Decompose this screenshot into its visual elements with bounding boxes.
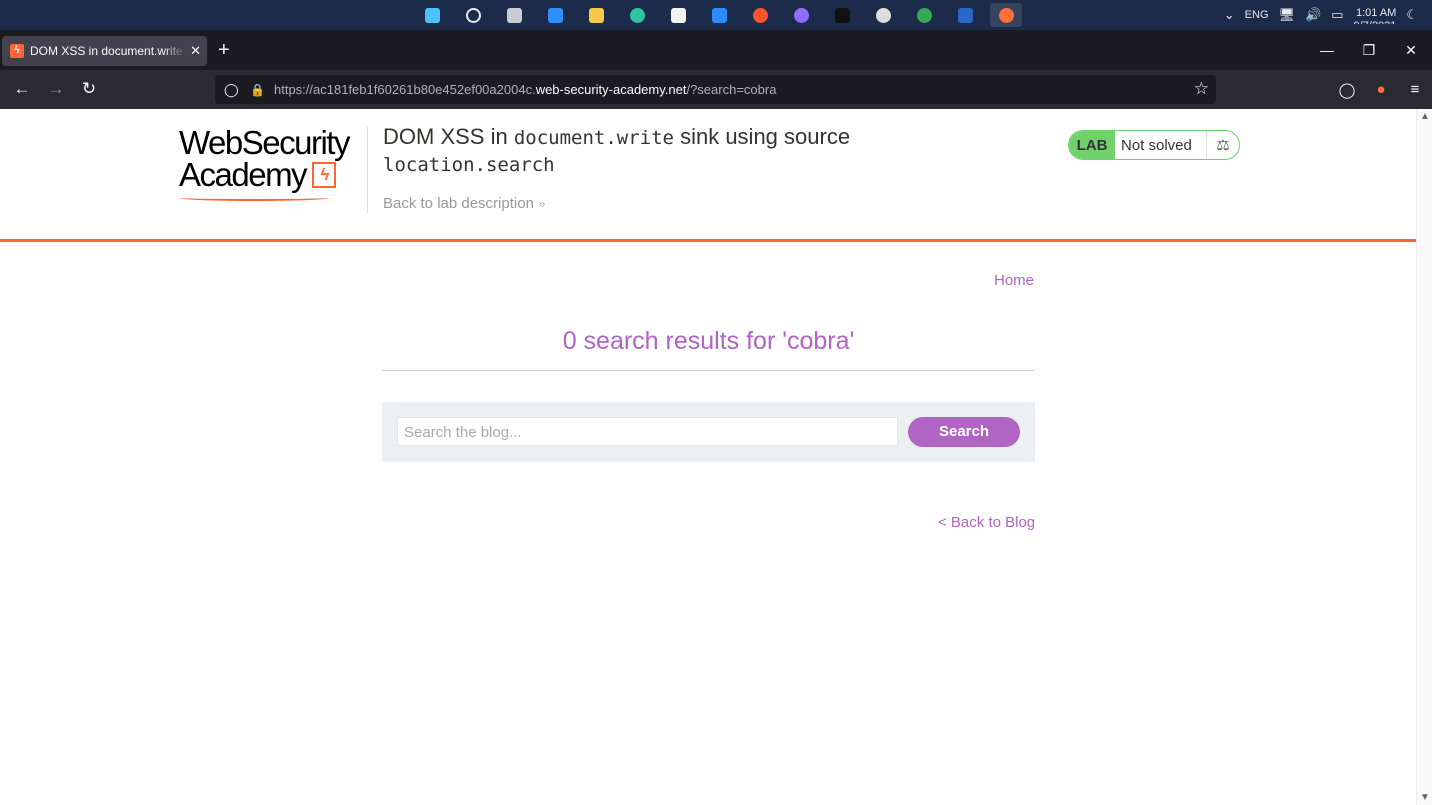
tracking-protection-shield-icon[interactable]: ◯ (224, 82, 239, 98)
widgets-icon-glyph (547, 7, 563, 23)
hamburger-menu-icon[interactable]: ≡ (1398, 81, 1432, 98)
results-divider (382, 370, 1035, 371)
chevron-up-icon[interactable]: ⌄ (1224, 7, 1235, 23)
browser-tabstrip: ϟ DOM XSS in document.write sink using s… (0, 30, 1432, 70)
lab-title: DOM XSS in document.write sink using sou… (383, 124, 943, 178)
home-link[interactable]: Home (994, 272, 1034, 289)
lock-icon[interactable]: 🔒 (250, 83, 265, 97)
windows-start-icon-glyph (424, 7, 440, 23)
window-controls: — ❐ ✕ (1306, 30, 1432, 70)
lab-favicon-icon: ϟ (10, 44, 24, 58)
brave-icon[interactable] (744, 3, 776, 27)
mail-icon-glyph (711, 7, 727, 23)
language-indicator[interactable]: ENG (1245, 9, 1269, 21)
mail-icon[interactable] (703, 3, 735, 27)
url-text[interactable]: https://ac181feb1f60261b80e452ef00a2004c… (274, 82, 776, 97)
restore-icon[interactable]: ❐ (1348, 30, 1390, 70)
tab-title: DOM XSS in document.write sink using sou… (30, 44, 186, 58)
taskbar-apps (416, 3, 1022, 27)
flask-icon: ⚖ (1206, 131, 1239, 159)
windows-taskbar: ⌄ ENG 🖥 🔊 ▭ 1:01 AM 9/7/2021 ☾ (0, 0, 1432, 30)
scroll-up-icon[interactable]: ▲ (1420, 111, 1430, 122)
forward-arrow-icon[interactable]: → (45, 78, 67, 100)
minimize-icon[interactable]: — (1306, 30, 1348, 70)
file-explorer-icon[interactable] (580, 3, 612, 27)
widgets-icon[interactable] (539, 3, 571, 27)
logo-swoosh (179, 195, 329, 201)
lab-status-text: Not solved (1121, 136, 1192, 154)
close-window-icon[interactable]: ✕ (1390, 30, 1432, 70)
lab-status-badge: LAB Not solved ⚖ (1068, 130, 1240, 160)
store-icon[interactable] (662, 3, 694, 27)
clock-date: 9/7/2021 (1354, 20, 1397, 24)
lab-badge-label: LAB (1069, 131, 1115, 159)
web-page: WebSecurity Academy ϟ DOM XSS in document… (0, 109, 1416, 805)
store-icon-glyph (670, 7, 686, 23)
search-results-heading: 0 search results for 'cobra' (562, 327, 855, 355)
messenger-icon[interactable] (785, 3, 817, 27)
firefox-icon-glyph (998, 7, 1014, 23)
extension-fox-icon[interactable]: ● (1364, 81, 1398, 98)
file-explorer-icon-glyph (588, 7, 604, 23)
logo-line-2: Academy ϟ (179, 156, 365, 193)
brave-icon-glyph (752, 7, 768, 23)
word-icon-glyph (957, 7, 973, 23)
page-scrollbar[interactable]: ▲ ▼ (1416, 109, 1432, 805)
header-divider (367, 127, 368, 213)
terminal-icon[interactable] (826, 3, 858, 27)
chrome-icon-glyph (916, 7, 932, 23)
bookmark-star-icon[interactable]: ☆ (1194, 79, 1209, 99)
pocket-icon[interactable]: ◯ (1330, 81, 1364, 99)
logo-line-1: WebSecurity (179, 124, 350, 161)
search-icon-glyph (465, 7, 481, 23)
volume-icon[interactable]: 🔊 (1305, 7, 1321, 23)
scroll-down-icon[interactable]: ▼ (1420, 792, 1430, 803)
back-to-lab-description-text: Back to lab description (383, 195, 534, 212)
obs-icon[interactable] (867, 3, 899, 27)
url-bar[interactable]: ◯ 🔒 https://ac181feb1f60261b80e452ef00a2… (215, 75, 1216, 104)
edge-icon-glyph (629, 7, 645, 23)
url-suffix: /?search=cobra (686, 82, 777, 97)
messenger-icon-glyph (793, 7, 809, 23)
back-to-blog-link[interactable]: < Back to Blog (938, 514, 1035, 531)
lab-title-code-2: location.search (383, 154, 555, 176)
night-mode-icon[interactable]: ☾ (1406, 7, 1418, 23)
back-arrow-icon[interactable]: ← (11, 78, 33, 100)
search-button[interactable]: Search (908, 417, 1020, 447)
task-view-icon[interactable] (498, 3, 530, 27)
logo-line-2-text: Academy (179, 156, 308, 193)
search-icon[interactable] (457, 3, 489, 27)
back-to-lab-description-link[interactable]: Back to lab description » (383, 195, 545, 212)
lab-title-part-1: DOM XSS in (383, 124, 514, 149)
browser-navbar: ← → ↻ ◯ 🔒 https://ac181feb1f60261b80e452… (0, 70, 1432, 109)
lab-title-part-2: sink using source (673, 124, 851, 149)
reload-icon[interactable]: ↻ (78, 78, 100, 100)
clock[interactable]: 1:01 AM 9/7/2021 (1354, 7, 1397, 24)
word-icon[interactable] (949, 3, 981, 27)
terminal-icon-glyph (834, 7, 850, 23)
url-prefix: https://ac181feb1f60261b80e452ef00a2004c… (274, 82, 536, 97)
search-form: Search the blog... Search (382, 402, 1035, 462)
new-tab-icon[interactable]: + (218, 40, 230, 60)
clock-time: 1:01 AM (1355, 6, 1397, 19)
firefox-icon[interactable] (990, 3, 1022, 27)
network-icon[interactable]: 🖥 (1279, 7, 1296, 23)
system-tray: ⌄ ENG 🖥 🔊 ▭ 1:01 AM 9/7/2021 ☾ (1224, 0, 1418, 30)
url-domain: web-security-academy.net (535, 82, 687, 97)
close-tab-icon[interactable]: ✕ (190, 43, 201, 59)
battery-icon[interactable]: ▭ (1331, 7, 1343, 23)
search-input[interactable]: Search the blog... (397, 417, 898, 446)
web-security-academy-logo[interactable]: WebSecurity Academy ϟ (179, 124, 365, 201)
lab-header: WebSecurity Academy ϟ DOM XSS in document… (0, 109, 1416, 242)
chrome-icon[interactable] (908, 3, 940, 27)
obs-icon-glyph (875, 7, 891, 23)
lab-title-code-1: document.write (513, 127, 674, 149)
double-chevron-right-icon: » (538, 196, 546, 211)
logo-bolt-icon: ϟ (312, 162, 337, 188)
windows-start-icon[interactable] (416, 3, 448, 27)
browser-tab[interactable]: ϟ DOM XSS in document.write sink using s… (2, 36, 207, 66)
edge-icon[interactable] (621, 3, 653, 27)
navbar-right-tools: ◯ ● ≡ (1330, 70, 1432, 109)
task-view-icon-glyph (506, 7, 522, 23)
